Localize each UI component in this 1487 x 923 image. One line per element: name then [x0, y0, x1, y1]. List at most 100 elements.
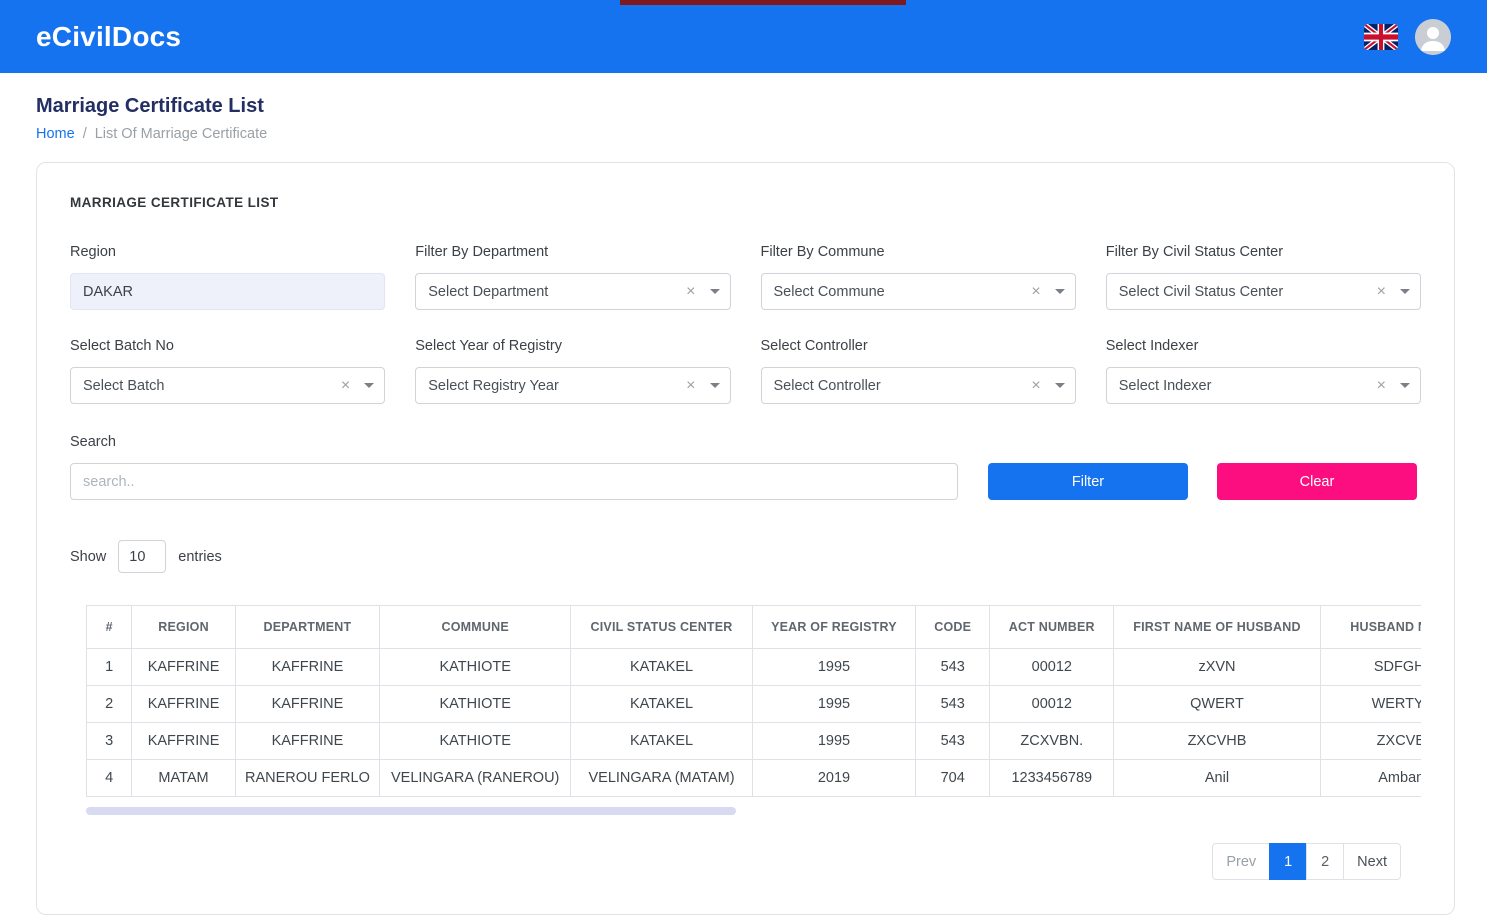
clear-selection-icon[interactable]: × — [1031, 377, 1040, 394]
next-page-button[interactable]: Next — [1343, 843, 1401, 880]
clear-selection-icon[interactable]: × — [341, 377, 350, 394]
clear-selection-icon[interactable]: × — [1031, 283, 1040, 300]
card-title: MARRIAGE CERTIFICATE LIST — [70, 195, 279, 210]
table-cell: 543 — [915, 685, 991, 723]
batch-label: Select Batch No — [70, 338, 174, 354]
commune-select-value: Select Commune — [773, 283, 885, 300]
table-cell: KATAKEL — [570, 722, 753, 760]
chevron-down-icon — [1400, 289, 1410, 294]
filter-grid: Region Filter By Department Select Depar… — [70, 244, 1421, 404]
table-cell: KAFFRINE — [131, 685, 236, 723]
table-cell: KATHIOTE — [379, 648, 572, 686]
clear-selection-icon[interactable]: × — [1377, 377, 1386, 394]
table-cell: 00012 — [989, 648, 1115, 686]
department-select[interactable]: Select Department × — [415, 273, 731, 310]
breadcrumb-home-link[interactable]: Home — [36, 126, 75, 142]
table-cell: KAFFRINE — [131, 648, 236, 686]
column-header: CODE — [915, 605, 991, 649]
language-flag-icon[interactable] — [1363, 23, 1399, 51]
clear-selection-icon[interactable]: × — [686, 377, 695, 394]
column-header: HUSBAND NAME — [1319, 605, 1421, 649]
region-input[interactable] — [70, 273, 386, 310]
page-button-2[interactable]: 2 — [1306, 843, 1345, 880]
clear-button[interactable]: Clear — [1217, 463, 1417, 500]
table-cell: KAFFRINE — [234, 722, 381, 760]
entries-count-input[interactable] — [118, 540, 167, 573]
batch-select[interactable]: Select Batch × — [70, 367, 386, 404]
filter-button[interactable]: Filter — [988, 463, 1188, 500]
page-title: Marriage Certificate List — [36, 95, 264, 117]
table-cell: 4 — [86, 759, 133, 797]
column-header: # — [86, 605, 133, 649]
table-cell: RANEROU FERLO — [234, 759, 381, 797]
department-select-value: Select Department — [428, 283, 549, 300]
table-cell: KATAKEL — [570, 685, 753, 723]
chevron-down-icon — [1400, 383, 1410, 388]
table-cell: KAFFRINE — [234, 648, 381, 686]
controller-select[interactable]: Select Controller × — [760, 367, 1076, 404]
table-cell: 3 — [86, 722, 133, 760]
chevron-down-icon — [1054, 383, 1065, 388]
filter-registry-year: Select Year of Registry Select Registry … — [415, 338, 731, 404]
indexer-select[interactable]: Select Indexer × — [1105, 367, 1421, 404]
registry-year-select-value: Select Registry Year — [428, 377, 559, 394]
search-input[interactable] — [70, 463, 958, 500]
table-cell: 1233456789 — [989, 759, 1115, 797]
filter-controller: Select Controller Select Controller × — [760, 338, 1076, 404]
clear-selection-icon[interactable]: × — [686, 283, 695, 300]
table-cell: 1995 — [751, 648, 917, 686]
filter-indexer: Select Indexer Select Indexer × — [1105, 338, 1421, 404]
search-label: Search — [70, 434, 116, 450]
table-cell: 1 — [86, 648, 133, 686]
table-cell: MATAM — [131, 759, 236, 797]
table-cell: SDFGHJ — [1319, 648, 1421, 686]
civil-status-center-select[interactable]: Select Civil Status Center × — [1105, 273, 1421, 310]
entries-label: entries — [178, 548, 222, 565]
horizontal-scrollbar[interactable] — [86, 807, 736, 815]
column-header: REGION — [131, 605, 236, 649]
table-row: 2 KAFFRINE KAFFRINE KATHIOTE KATAKEL 1995 543 0… — [86, 685, 1421, 723]
department-label: Filter By Department — [415, 244, 549, 260]
table-header-row: # REGION DEPARTMENT COMMUNE CIVIL STATUS CEN… — [86, 605, 1421, 649]
page-button-1[interactable]: 1 — [1269, 843, 1308, 880]
column-header: CIVIL STATUS CENTER — [570, 605, 753, 649]
marriage-certificate-card: MARRIAGE CERTIFICATE LIST Region Filter … — [36, 162, 1455, 915]
table-cell: Anil — [1113, 759, 1321, 797]
controller-select-value: Select Controller — [773, 377, 881, 394]
clear-selection-icon[interactable]: × — [1377, 283, 1386, 300]
chevron-down-icon — [1054, 289, 1065, 294]
batch-select-value: Select Batch — [83, 377, 165, 394]
user-avatar[interactable] — [1415, 18, 1451, 55]
filter-department: Filter By Department Select Department × — [415, 244, 731, 310]
table-row: 3 KAFFRINE KAFFRINE KATHIOTE KATAKEL 1995 543 Z… — [86, 722, 1421, 760]
table-row: 1 KAFFRINE KAFFRINE KATHIOTE KATAKEL 1995 543 0… — [86, 648, 1421, 686]
region-label: Region — [70, 244, 116, 260]
brand-logo[interactable]: eCivilDocs — [36, 21, 181, 53]
commune-select[interactable]: Select Commune × — [760, 273, 1076, 310]
show-label: Show — [70, 548, 107, 565]
pagination-row: Prev 12 Next — [70, 843, 1421, 880]
table-cell: 1995 — [751, 722, 917, 760]
table-cell: KAFFRINE — [131, 722, 236, 760]
table-cell: ZCXVBN. — [989, 722, 1115, 760]
indexer-select-value: Select Indexer — [1118, 377, 1212, 394]
breadcrumb-separator: / — [82, 126, 87, 142]
chevron-down-icon — [709, 289, 720, 294]
navbar: eCivilDocs — [0, 0, 1487, 73]
results-table: # REGION DEPARTMENT COMMUNE CIVIL STATUS CEN… — [86, 605, 1421, 797]
table-cell: VELINGARA (RANEROU) — [379, 759, 572, 797]
prev-page-button[interactable]: Prev — [1212, 843, 1271, 880]
table-cell: 543 — [915, 648, 991, 686]
column-header: ACT NUMBER — [989, 605, 1115, 649]
results-table-wrap: # REGION DEPARTMENT COMMUNE CIVIL STATUS CEN… — [86, 605, 1421, 797]
table-cell: KATHIOTE — [379, 722, 572, 760]
registry-year-select[interactable]: Select Registry Year × — [415, 367, 731, 404]
breadcrumb-current: List Of Marriage Certificate — [94, 126, 268, 142]
filter-commune: Filter By Commune Select Commune × — [760, 244, 1076, 310]
civil-status-center-select-value: Select Civil Status Center — [1118, 283, 1284, 300]
table-cell: ZXCVB, — [1319, 722, 1421, 760]
table-cell: KATAKEL — [570, 648, 753, 686]
navbar-right — [1363, 18, 1451, 55]
table-cell: KAFFRINE — [234, 685, 381, 723]
show-entries: Show entries — [70, 540, 1421, 573]
